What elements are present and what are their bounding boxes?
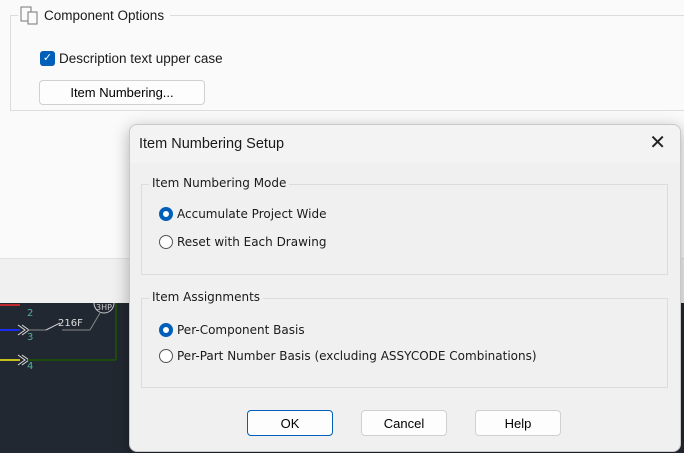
radio-label: Accumulate Project Wide — [177, 207, 327, 221]
numbering-mode-title: Item Numbering Mode — [149, 176, 290, 190]
wire-label-2: 2 — [27, 308, 34, 319]
radio-unselected-icon[interactable] — [159, 349, 173, 363]
radio-selected-icon[interactable] — [159, 323, 173, 337]
wire-label-4: 4 — [27, 361, 34, 372]
item-numbering-dialog: Item Numbering Setup ✕ Item Numbering Mo… — [129, 124, 681, 452]
component-icon — [20, 6, 38, 25]
radio-label: Per-Part Number Basis (excluding ASSYCOD… — [177, 349, 537, 363]
item-numbering-button[interactable]: Item Numbering... — [39, 80, 205, 105]
wire-label-3: 3 — [27, 332, 34, 343]
group-title-text: Component Options — [44, 7, 165, 23]
motor-label: 3HP — [96, 303, 112, 312]
component-options-title: Component Options — [18, 5, 171, 25]
radio-per-component[interactable]: Per-Component Basis — [159, 323, 305, 337]
ok-button[interactable]: OK — [247, 410, 333, 436]
cancel-button[interactable]: Cancel — [361, 410, 447, 436]
close-icon[interactable]: ✕ — [649, 133, 666, 153]
numbering-mode-group: Item Numbering Mode — [141, 176, 668, 275]
radio-per-part-number[interactable]: Per-Part Number Basis (excluding ASSYCOD… — [159, 349, 537, 363]
item-assignments-group: Item Assignments — [141, 290, 668, 388]
radio-label: Per-Component Basis — [177, 323, 305, 337]
radio-label: Reset with Each Drawing — [177, 235, 327, 249]
checkbox-label: Description text upper case — [59, 51, 223, 66]
switch-label: 216F — [58, 318, 83, 329]
radio-reset[interactable]: Reset with Each Drawing — [159, 235, 326, 249]
item-assignments-title: Item Assignments — [149, 290, 264, 304]
uppercase-checkbox[interactable]: ✓ Description text upper case — [40, 51, 223, 66]
help-button[interactable]: Help — [475, 410, 561, 436]
radio-unselected-icon[interactable] — [159, 235, 173, 249]
radio-selected-icon[interactable] — [159, 207, 173, 221]
radio-accumulate[interactable]: Accumulate Project Wide — [159, 207, 327, 221]
dialog-titlebar: Item Numbering Setup — [130, 125, 680, 163]
dialog-title: Item Numbering Setup — [139, 136, 285, 152]
checkmark-icon[interactable]: ✓ — [40, 51, 55, 66]
